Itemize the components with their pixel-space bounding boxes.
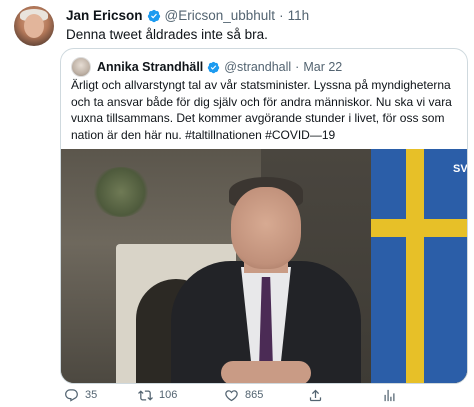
header-separator: · <box>279 8 284 23</box>
retweet-icon <box>138 389 153 401</box>
tweet-time[interactable]: 11h <box>288 8 310 24</box>
quoted-tweet-header: Annika Strandhäll @strandhall · Mar 22 <box>71 57 342 77</box>
like-count: 865 <box>245 389 264 401</box>
retweet-button[interactable]: 106 <box>138 388 177 403</box>
tweet-header: Jan Ericson @Ericson_ubbhult · 11h <box>66 8 309 24</box>
reply-button[interactable]: 35 <box>64 388 97 403</box>
quoted-author-handle: @strandhall <box>224 60 292 74</box>
share-button[interactable] <box>308 388 323 403</box>
author-avatar[interactable] <box>14 6 54 46</box>
author-name[interactable]: Jan Ericson <box>66 8 143 24</box>
verified-icon <box>208 61 220 73</box>
quoted-header-separator: · <box>295 60 300 74</box>
stats-icon <box>384 389 395 401</box>
quoted-author-name: Annika Strandhäll <box>97 60 204 74</box>
like-icon <box>225 389 238 401</box>
reply-icon <box>65 388 78 402</box>
like-button[interactable]: 865 <box>224 388 263 403</box>
tweet-text: Denna tweet åldrades inte så bra. <box>66 27 268 42</box>
retweet-count: 106 <box>159 389 178 401</box>
quoted-video[interactable]: SV <box>61 149 468 383</box>
video-background-plant <box>91 167 151 217</box>
video-overlay-label: SV <box>453 163 468 175</box>
quoted-tweet-date: Mar 22 <box>303 60 343 74</box>
quoted-tweet[interactable]: Annika Strandhäll @strandhall · Mar 22 Ä… <box>60 48 468 384</box>
speaker-hands <box>221 361 311 383</box>
reply-count: 35 <box>85 389 98 401</box>
share-icon <box>309 389 322 401</box>
speaker-head <box>231 187 301 269</box>
quoted-tweet-text: Ärligt och allvarstyngt tal av vår stats… <box>71 78 452 142</box>
verified-icon <box>147 9 160 23</box>
author-handle[interactable]: @Ericson_ubbhult <box>165 8 276 24</box>
tweet-actions: 35 106 865 <box>60 386 468 404</box>
analytics-button[interactable] <box>382 388 397 403</box>
quoted-author-avatar <box>71 57 91 77</box>
